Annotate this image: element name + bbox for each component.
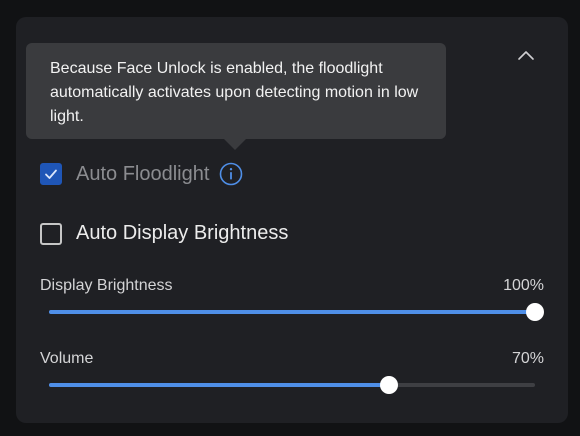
tooltip-arrow xyxy=(224,139,246,150)
display-brightness-slider-thumb[interactable] xyxy=(526,303,544,321)
volume-slider[interactable] xyxy=(49,376,535,394)
volume-value: 70% xyxy=(511,350,544,367)
display-brightness-slider-fill xyxy=(49,310,535,314)
auto-floodlight-row: Auto Floodlight xyxy=(40,162,243,186)
volume-label: Volume xyxy=(40,350,94,367)
volume-slider-fill xyxy=(49,383,390,387)
display-brightness-value: 100% xyxy=(503,277,544,294)
auto-floodlight-checkbox[interactable] xyxy=(40,163,62,185)
auto-display-brightness-row: Auto Display Brightness xyxy=(40,222,288,245)
chevron-up-icon xyxy=(518,51,534,60)
tooltip-text: Because Face Unlock is enabled, the floo… xyxy=(50,60,419,125)
display-brightness-label: Display Brightness xyxy=(40,277,173,294)
display-brightness-slider-block: Display Brightness 100% xyxy=(40,277,544,295)
auto-display-brightness-checkbox[interactable] xyxy=(40,222,62,245)
auto-floodlight-label: Auto Floodlight xyxy=(76,162,210,185)
display-brightness-slider[interactable] xyxy=(49,303,544,321)
info-icon[interactable] xyxy=(219,162,243,186)
collapse-button[interactable] xyxy=(510,39,542,71)
floodlight-tooltip: Because Face Unlock is enabled, the floo… xyxy=(26,43,446,139)
auto-display-brightness-label: Auto Display Brightness xyxy=(76,222,289,244)
checkmark-icon xyxy=(45,169,57,179)
volume-slider-block: Volume 70% xyxy=(40,350,544,368)
